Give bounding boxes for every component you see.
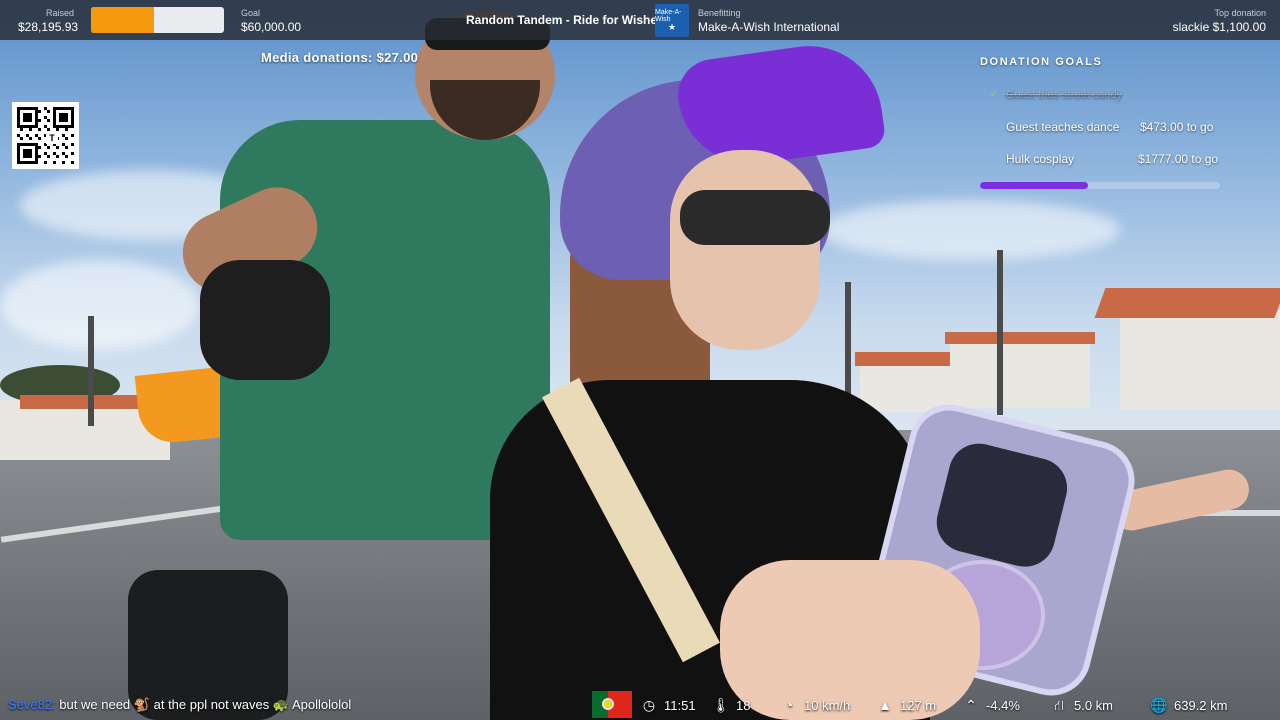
speedometer-icon: ◔	[784, 697, 794, 713]
thermometer-icon: 🌡	[712, 697, 730, 713]
goal-amount-2: $1777.00 to go	[1138, 152, 1219, 166]
top-donation-value: slackie $1,100.00	[1172, 20, 1266, 34]
qr-center-logo: T	[46, 132, 58, 144]
video-background	[0, 0, 1280, 720]
benefitting-label: Benefitting	[698, 8, 741, 18]
goal-progress-bar	[980, 182, 1220, 189]
emote-icon: 🐢	[272, 697, 290, 712]
time-stat: ◷ 11:51	[640, 696, 696, 714]
total-distance-value: 639.2 km	[1174, 697, 1228, 713]
time-value: 11:51	[664, 697, 696, 713]
grade-value: -4.4%	[986, 697, 1020, 713]
goal-progress-fill	[980, 182, 1088, 189]
altitude-stat: ▲ 127 m	[876, 696, 936, 714]
goal-amount-1: $473.00 to go	[1140, 120, 1214, 134]
distance-remaining-stat: ⛙ 5.0 km	[1050, 696, 1113, 714]
roof	[20, 395, 150, 409]
checkmark-icon: ✔	[990, 89, 998, 99]
road-icon: ⛙	[1054, 697, 1064, 713]
front-rider	[470, 36, 1253, 720]
phone-camera	[930, 437, 1074, 574]
fundraising-progress-bar	[91, 7, 224, 33]
fundraising-progress-fill	[91, 7, 154, 33]
flag-emblem	[602, 698, 614, 710]
globe-icon: 🌐	[1150, 697, 1168, 713]
speed-stat: ◔ 10 km/h	[780, 696, 850, 714]
stream-title: Random Tandem - Ride for Wishes	[466, 13, 664, 27]
completed-goal: Guest tries street candy	[1006, 89, 1123, 101]
star-icon: ★	[667, 22, 677, 32]
incline-icon: ⌃	[965, 697, 977, 713]
chat-text-3: Apollololol	[291, 697, 352, 712]
cloud	[0, 260, 200, 350]
emote-icon: 🐒	[133, 697, 150, 712]
goal-name-2: Hulk cosplay	[1006, 152, 1075, 166]
bottom-overlay-bar: Seve82: but we need 🐒 at the ppl not wav…	[0, 690, 1280, 720]
portugal-flag-icon	[592, 691, 632, 718]
raised-value: $28,195.93	[18, 20, 79, 34]
temperature-value: 18	[736, 697, 751, 713]
chat-username: Seve82:	[8, 697, 56, 712]
chat-text-2: at the ppl not waves	[153, 697, 270, 712]
raised-label: Raised	[46, 8, 75, 18]
utility-pole	[88, 316, 94, 426]
benefitting-value: Make-A-Wish International	[698, 20, 840, 34]
chat-message: Seve82: but we need 🐒 at the ppl not wav…	[8, 697, 351, 713]
mountain-icon: ▲	[878, 697, 892, 713]
top-donation-label: Top donation	[1214, 8, 1266, 18]
sunglasses	[680, 190, 830, 245]
altitude-value: 127 m	[900, 697, 937, 713]
temperature-stat: 🌡 18	[712, 696, 750, 714]
glove	[200, 260, 330, 380]
front-rider-face	[670, 150, 820, 350]
goal-value: $60,000.00	[241, 20, 302, 34]
logo-text: Make-A-Wish	[655, 9, 682, 23]
media-donations-total: Media donations: $27.00	[261, 50, 419, 65]
donation-goals-panel: DONATION GOALS ✔ Guest tries street cand…	[980, 56, 1240, 189]
chat-text-1: but we need	[59, 697, 131, 712]
grade-stat: ⌃ -4.4%	[962, 696, 1020, 714]
goal-name-1: Guest teaches dance	[1006, 120, 1120, 134]
make-a-wish-logo: Make-A-Wish ★	[655, 4, 689, 37]
total-distance-stat: 🌐 639.2 km	[1150, 696, 1227, 714]
qr-code[interactable]: T	[12, 102, 79, 169]
donation-goals-title: DONATION GOALS	[980, 56, 1103, 68]
top-overlay-bar: Raised $28,195.93 Goal $60,000.00 Random…	[0, 0, 1280, 40]
speed-value: 10 km/h	[804, 697, 851, 713]
distance-remaining-value: 5.0 km	[1074, 697, 1114, 713]
goal-label: Goal	[241, 8, 261, 18]
clock-icon: ◷	[642, 697, 656, 713]
qr-module	[71, 161, 74, 164]
